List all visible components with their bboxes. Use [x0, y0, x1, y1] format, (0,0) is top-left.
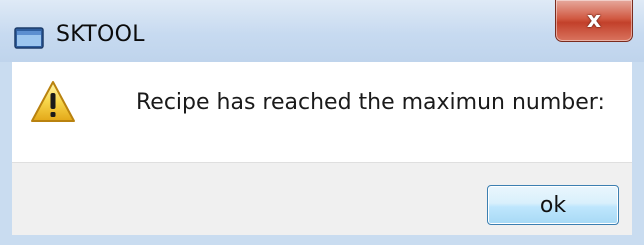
- dialog-window: SKTOOL x Recipe has reached the maximun …: [0, 0, 644, 245]
- app-window-icon: [14, 27, 44, 49]
- close-icon: x: [586, 7, 602, 33]
- ok-button[interactable]: ok: [487, 185, 619, 225]
- close-button[interactable]: x: [555, 0, 633, 42]
- dialog-content: Recipe has reached the maximun number:: [12, 62, 632, 162]
- title-bar[interactable]: SKTOOL x: [0, 0, 644, 62]
- dialog-footer: ok: [12, 162, 632, 235]
- window-title: SKTOOL: [56, 22, 145, 47]
- warning-icon: [30, 80, 76, 124]
- dialog-message: Recipe has reached the maximun number:: [136, 90, 605, 115]
